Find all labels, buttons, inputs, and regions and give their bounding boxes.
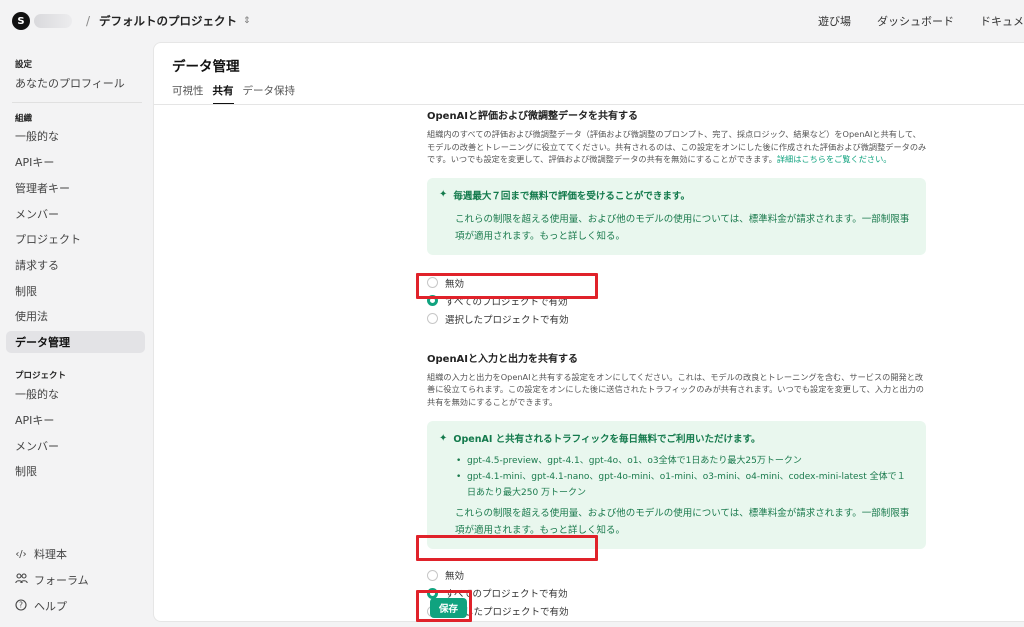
eval-section-title: OpenAIと評価および微調整データを共有する: [427, 111, 639, 122]
eval-learn-more-link[interactable]: 詳細はこちらをご覧ください。: [777, 154, 892, 164]
radio-button[interactable]: [427, 313, 438, 324]
sidebar-footer-forum[interactable]: フォーラム: [14, 572, 89, 588]
sidebar-item-org-members[interactable]: メンバー: [6, 203, 145, 225]
io-option-all-projects[interactable]: すべてのプロジェクトで有効: [427, 584, 927, 602]
eval-promo-title: ✦ 毎週最大７回まで無料で評価を受けることができます。: [439, 188, 914, 202]
annotation-highlight-io-option: [416, 535, 598, 561]
annotation-highlight-save: [416, 590, 472, 622]
tab-sharing[interactable]: 共有: [212, 83, 234, 105]
code-icon: ‹/›: [15, 548, 27, 560]
sidebar-item-project-limits[interactable]: 制限: [6, 460, 145, 482]
project-selector[interactable]: デフォルトのプロジェクト: [99, 13, 237, 29]
sidebar-item-profile[interactable]: あなたのプロフィール: [6, 72, 145, 94]
option-label: 無効: [445, 571, 465, 582]
org-avatar[interactable]: S: [12, 12, 30, 30]
io-section-title: OpenAIと入力と出力を共有する: [427, 353, 579, 365]
sidebar-footer-help[interactable]: ? ヘルプ: [14, 598, 67, 614]
io-promo-list: gpt-4.5-preview、gpt-4.1、gpt-4o、o1、o3全体で1…: [439, 453, 914, 501]
option-label: 選択したプロジェクトで有効: [445, 314, 569, 326]
users-icon: [14, 573, 28, 587]
sidebar-heading-project: プロジェクト: [15, 371, 67, 381]
sidebar-item-project-members[interactable]: メンバー: [6, 435, 145, 457]
list-item: gpt-4.5-preview、gpt-4.1、gpt-4o、o1、o3全体で1…: [455, 453, 914, 469]
list-item: gpt-4.1-mini、gpt-4.1-nano、gpt-4o-mini、o1…: [455, 469, 914, 501]
sidebar-item-usage[interactable]: 使用法: [6, 305, 145, 327]
sidebar: 設定 あなたのプロフィール 組織 一般的な APIキー 管理者キー メンバー プ…: [0, 42, 152, 627]
io-promo-box: ✦ OpenAI と共有されるトラフィックを毎日無料でご利用いただけます。 gp…: [427, 421, 926, 549]
eval-promo-box: ✦ 毎週最大７回まで無料で評価を受けることができます。 これらの制限を超える使用…: [427, 177, 926, 255]
io-promo-title: ✦ OpenAI と共有されるトラフィックを毎日無料でご利用いただけます。: [439, 431, 914, 446]
sidebar-divider: [12, 102, 142, 103]
nav-dashboard[interactable]: ダッシュボード: [877, 13, 954, 29]
sidebar-heading-org: 組織: [15, 114, 33, 124]
sparkle-icon: ✦: [439, 189, 448, 200]
sidebar-item-project-general[interactable]: 一般的な: [6, 383, 145, 405]
nav-playground[interactable]: 遊び場: [818, 13, 851, 29]
sidebar-item-org-general[interactable]: 一般的な: [6, 125, 145, 147]
io-sharing-options: 無効 すべてのプロジェクトで有効 選択したプロジェクトで有効: [427, 566, 927, 620]
help-label: ヘルプ: [34, 600, 67, 613]
help-icon: ?: [14, 598, 28, 614]
eval-promo-text: これらの制限を超える使用量、および他のモデルの使用については、標準料金が請求され…: [455, 213, 910, 242]
sidebar-item-projects[interactable]: プロジェクト: [6, 228, 145, 250]
page-title: データ管理: [172, 59, 240, 75]
forum-label: フォーラム: [34, 574, 89, 587]
top-bar: S / デフォルトのプロジェクト ⇕ 遊び場 ダッシュボード ドキュメ: [0, 0, 1024, 42]
eval-section-description: 組織内のすべての評価および微調整データ（評価および微調整のプロンプト、完了、採点…: [427, 128, 927, 166]
chevron-updown-icon[interactable]: ⇕: [243, 16, 251, 26]
tab-visibility[interactable]: 可視性: [172, 83, 204, 105]
sidebar-item-data-controls[interactable]: データ管理: [6, 331, 145, 353]
sparkle-icon: ✦: [439, 432, 448, 444]
io-option-selected-projects[interactable]: 選択したプロジェクトで有効: [427, 602, 927, 620]
nav-docs[interactable]: ドキュメ: [980, 13, 1024, 29]
cookbook-label: 料理本: [34, 548, 67, 561]
top-nav: 遊び場 ダッシュボード ドキュメ: [792, 0, 1024, 42]
annotation-highlight-eval-option: [416, 273, 598, 299]
sidebar-item-org-limits[interactable]: 制限: [6, 280, 145, 302]
tab-bar: 可視性 共有 データ保持: [172, 83, 304, 105]
eval-option-selected-projects[interactable]: 選択したプロジェクトで有効: [427, 310, 927, 328]
org-name-blurred[interactable]: [34, 14, 72, 28]
sidebar-item-admin-keys[interactable]: 管理者キー: [6, 177, 145, 199]
io-promo-title-text: OpenAI と共有されるトラフィックを毎日無料でご利用いただけます。: [453, 434, 761, 445]
sidebar-item-org-api-keys[interactable]: APIキー: [6, 151, 145, 173]
sidebar-heading-settings: 設定: [15, 60, 33, 70]
tab-data-retention[interactable]: データ保持: [243, 83, 296, 105]
io-promo-text: これらの制限を超える使用量、および他のモデルの使用については、標準料金が請求され…: [455, 508, 910, 536]
sidebar-footer-cookbook[interactable]: ‹/› 料理本: [14, 546, 67, 562]
eval-promo-title-text: 毎週最大７回まで無料で評価を受けることができます。: [453, 190, 690, 202]
breadcrumb-separator: /: [86, 14, 91, 28]
io-option-disabled[interactable]: 無効: [427, 566, 927, 584]
sidebar-item-project-api-keys[interactable]: APIキー: [6, 409, 145, 431]
io-section-description: 組織の入力と出力をOpenAIと共有する設定をオンにしてください。これは、モデル…: [427, 371, 924, 407]
sidebar-item-billing[interactable]: 請求する: [6, 254, 145, 276]
radio-button[interactable]: [427, 569, 438, 581]
svg-text:?: ?: [19, 600, 23, 609]
tabs-divider: [154, 104, 1024, 105]
